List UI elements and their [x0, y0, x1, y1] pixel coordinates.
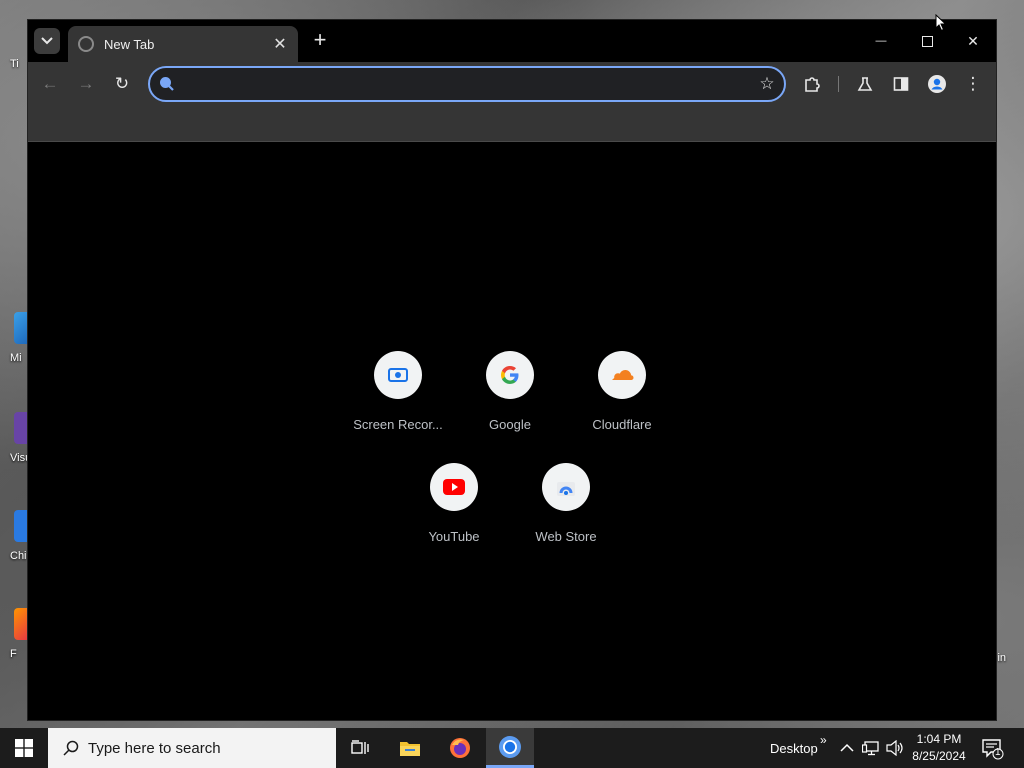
notification-count-badge: 1 — [995, 747, 1001, 758]
new-tab-page: Screen Recor... Google Cloudflare YouTub… — [28, 142, 996, 720]
desktop-icon-label: Chi — [10, 550, 27, 562]
clock-time: 1:04 PM — [916, 732, 962, 746]
new-tab-button[interactable]: + — [308, 29, 332, 53]
bookmark-star-icon[interactable]: ☆ — [750, 74, 784, 94]
screen-recorder-icon — [374, 351, 422, 399]
minimize-button[interactable]: — — [858, 26, 904, 56]
close-window-button[interactable]: ✕ — [950, 26, 996, 56]
desktop-toolbar-label[interactable]: Desktop — [770, 728, 818, 768]
volume-button[interactable] — [886, 728, 904, 768]
puzzle-icon — [805, 77, 820, 92]
web-store-icon — [542, 463, 590, 511]
forward-button[interactable]: → — [72, 70, 100, 98]
shortcut-youtube[interactable]: YouTube — [398, 447, 510, 559]
shortcut-google[interactable]: Google — [454, 335, 566, 447]
chevron-up-icon — [840, 743, 854, 752]
desktop-icon-label: F — [10, 648, 17, 660]
reload-button[interactable]: ↻ — [108, 70, 136, 98]
folder-icon — [400, 742, 420, 756]
forward-arrow-icon: → — [77, 74, 95, 93]
reload-icon: ↻ — [114, 74, 130, 93]
tab-search-button[interactable] — [34, 28, 60, 54]
search-icon — [150, 68, 184, 100]
toolbar: ← → ↻ ☆ ⋮ — [28, 62, 996, 106]
notification-center-button[interactable]: 1 — [980, 736, 1006, 760]
title-bar[interactable]: New Tab ✕ + — ✕ — [28, 20, 996, 62]
show-hidden-icons-button[interactable] — [840, 728, 854, 768]
avatar-icon — [928, 75, 946, 93]
back-button[interactable]: ← — [36, 70, 64, 98]
back-arrow-icon: ← — [41, 74, 59, 93]
desktop-icon-visual-studio[interactable]: Visu — [6, 412, 36, 476]
bookmarks-bar — [28, 106, 996, 142]
toolbar-divider — [838, 76, 839, 92]
search-icon — [63, 740, 79, 756]
tab-title: New Tab — [104, 36, 155, 52]
maximize-icon — [921, 35, 933, 47]
desktop-icon-1[interactable]: Ti — [6, 40, 30, 104]
tab-new-tab[interactable]: New Tab ✕ — [68, 26, 298, 62]
chrome-icon — [499, 735, 521, 758]
shortcut-label: Cloudflare — [592, 417, 652, 432]
kebab-menu-icon: ⋮ — [964, 74, 982, 93]
file-explorer-button[interactable] — [386, 728, 434, 768]
search-placeholder: Type here to search — [88, 739, 221, 757]
task-view-icon — [351, 740, 369, 754]
shortcut-cloudflare[interactable]: Cloudflare — [566, 335, 678, 447]
taskbar: Type here to search Desktop » 1:04 PM 8/… — [0, 728, 1024, 768]
mouse-cursor-icon — [935, 14, 947, 32]
youtube-icon — [430, 463, 478, 511]
cloudflare-icon — [598, 351, 646, 399]
desktop-icon-chrome[interactable]: Chi — [6, 510, 36, 574]
network-button[interactable] — [862, 728, 880, 768]
google-icon — [486, 351, 534, 399]
globe-icon — [78, 36, 94, 52]
desktop-icon-firefox[interactable]: F — [6, 608, 36, 672]
shortcut-label: Google — [489, 417, 531, 432]
chrome-taskbar-button[interactable] — [486, 728, 534, 768]
network-icon — [862, 741, 879, 756]
task-view-button[interactable] — [336, 728, 384, 768]
side-panel-icon — [893, 77, 909, 91]
clock-date: 8/25/2024 — [912, 749, 966, 763]
firefox-button[interactable] — [436, 728, 484, 768]
shortcut-screen-recorder[interactable]: Screen Recor... — [342, 335, 454, 447]
minimize-icon: — — [875, 35, 887, 47]
flask-icon — [857, 77, 873, 91]
tab-close-icon[interactable]: ✕ — [272, 34, 288, 54]
speaker-icon — [886, 740, 903, 756]
desktop-icon-right-label[interactable]: in — [997, 652, 1006, 664]
chevron-down-icon — [41, 37, 53, 45]
profile-button[interactable] — [923, 70, 951, 98]
menu-button[interactable]: ⋮ — [959, 70, 987, 98]
desktop-icon-label: Ti — [10, 58, 19, 70]
address-input[interactable] — [184, 76, 750, 92]
windows-logo-icon — [15, 739, 33, 757]
address-bar[interactable]: ☆ — [148, 66, 786, 102]
desktop-icon-label: Mi — [10, 352, 22, 364]
toolbar-chevron-icon[interactable]: » — [820, 720, 827, 760]
firefox-icon — [450, 738, 470, 758]
clock[interactable]: 1:04 PM 8/25/2024 — [906, 731, 972, 765]
shortcut-label: Web Store — [535, 529, 597, 544]
shortcut-label: YouTube — [428, 529, 480, 544]
labs-button[interactable] — [851, 70, 879, 98]
chrome-window: New Tab ✕ + — ✕ ← → ↻ ☆ ⋮ Screen Recor..… — [28, 20, 996, 720]
close-icon: ✕ — [967, 32, 979, 49]
extensions-button[interactable] — [798, 70, 826, 98]
side-panel-button[interactable] — [887, 70, 915, 98]
shortcut-label: Screen Recor... — [353, 417, 443, 432]
taskbar-search-box[interactable]: Type here to search — [48, 728, 336, 768]
start-button[interactable] — [0, 728, 48, 768]
shortcut-web-store[interactable]: Web Store — [510, 447, 622, 559]
desktop-icon-edge[interactable]: Mi — [6, 312, 36, 376]
